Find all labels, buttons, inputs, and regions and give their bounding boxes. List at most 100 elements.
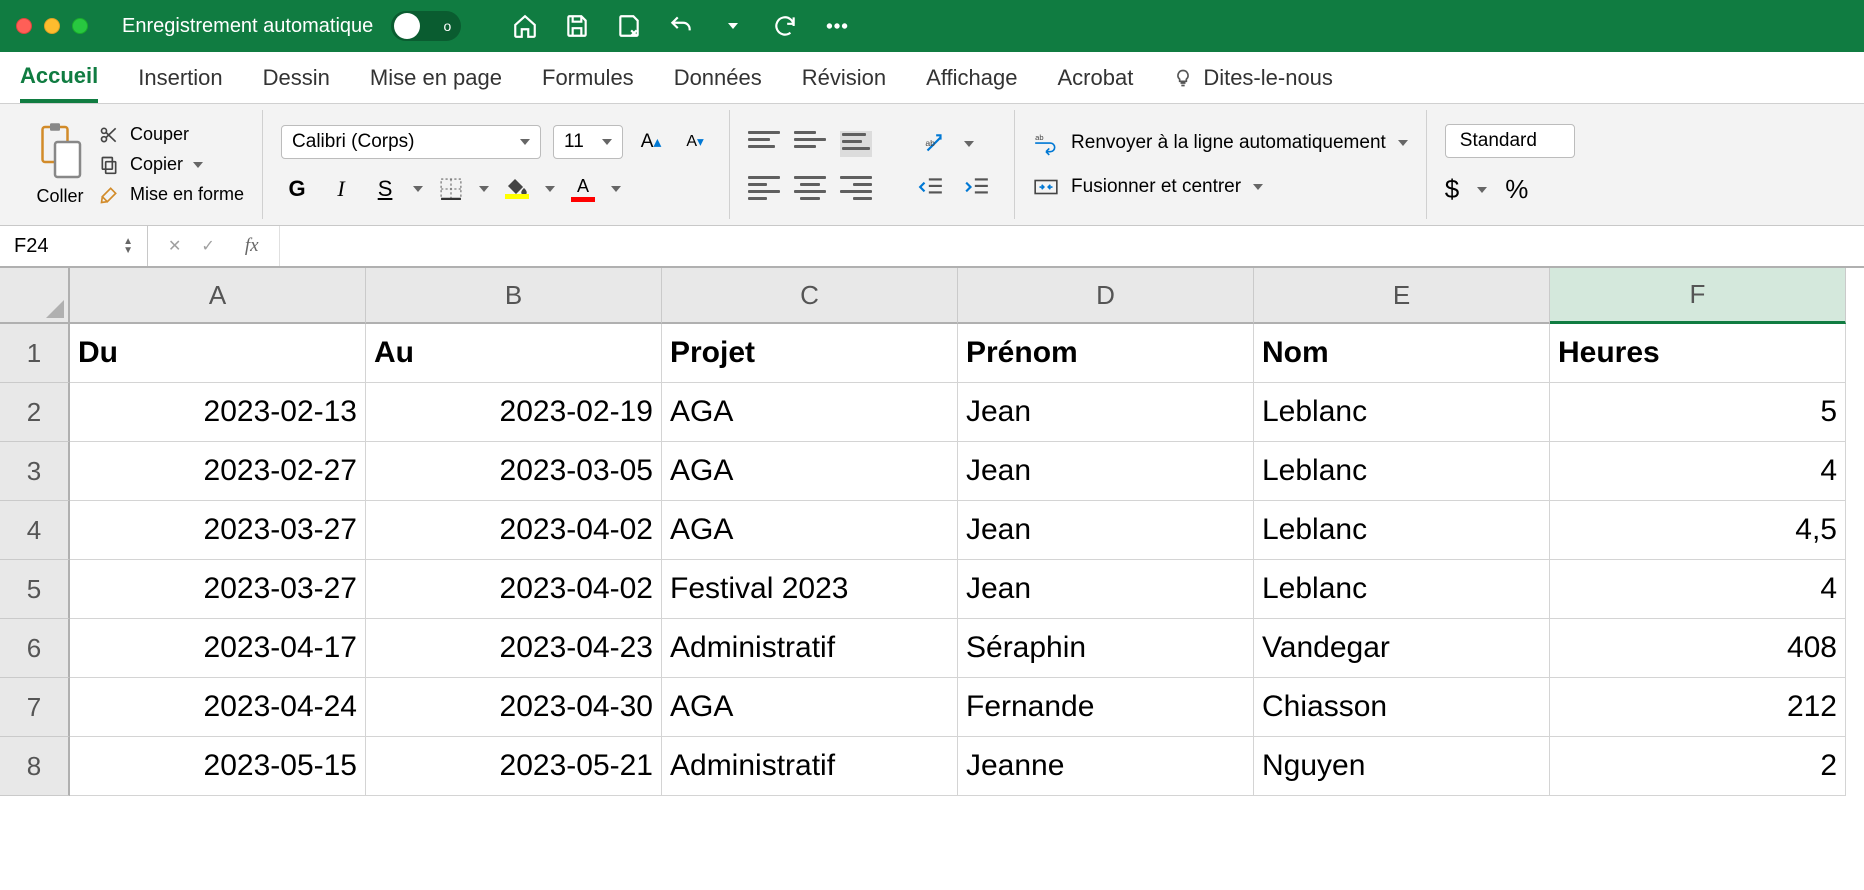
cell[interactable]: Du bbox=[70, 324, 366, 383]
cell[interactable]: Festival 2023 bbox=[662, 560, 958, 619]
cell[interactable]: AGA bbox=[662, 442, 958, 501]
tab-formules[interactable]: Formules bbox=[542, 55, 634, 101]
cell[interactable]: Au bbox=[366, 324, 662, 383]
undo-dropdown-icon[interactable] bbox=[719, 12, 747, 40]
save-icon[interactable] bbox=[563, 12, 591, 40]
row-header[interactable]: 2 bbox=[0, 383, 70, 442]
row-header[interactable]: 7 bbox=[0, 678, 70, 737]
fx-icon[interactable]: fx bbox=[245, 235, 259, 257]
tab-donnees[interactable]: Données bbox=[674, 55, 762, 101]
cell[interactable]: Heures bbox=[1550, 324, 1846, 383]
underline-dropdown-icon[interactable] bbox=[413, 186, 423, 192]
cell[interactable]: AGA bbox=[662, 678, 958, 737]
tab-dessin[interactable]: Dessin bbox=[263, 55, 330, 101]
tab-tellme[interactable]: Dites-le-nous bbox=[1173, 55, 1333, 101]
cell[interactable]: 5 bbox=[1550, 383, 1846, 442]
cell[interactable]: 2023-03-27 bbox=[70, 501, 366, 560]
cell[interactable]: 2023-02-27 bbox=[70, 442, 366, 501]
save-as-icon[interactable] bbox=[615, 12, 643, 40]
increase-indent-button[interactable] bbox=[964, 176, 996, 202]
cell[interactable]: 2023-05-21 bbox=[366, 737, 662, 796]
cell[interactable]: 408 bbox=[1550, 619, 1846, 678]
align-top-button[interactable] bbox=[748, 131, 780, 157]
copy-button[interactable]: Copier bbox=[98, 154, 244, 176]
minimize-window-button[interactable] bbox=[44, 18, 60, 34]
increase-font-button[interactable]: A▴ bbox=[635, 126, 667, 158]
orientation-button[interactable]: ab bbox=[918, 128, 950, 160]
cell[interactable]: 2023-02-19 bbox=[366, 383, 662, 442]
cell[interactable]: Vandegar bbox=[1254, 619, 1550, 678]
cell[interactable]: Nguyen bbox=[1254, 737, 1550, 796]
cell[interactable]: 212 bbox=[1550, 678, 1846, 737]
cell[interactable]: Séraphin bbox=[958, 619, 1254, 678]
column-header[interactable]: C bbox=[662, 268, 958, 324]
cell[interactable]: 2023-05-15 bbox=[70, 737, 366, 796]
row-header[interactable]: 8 bbox=[0, 737, 70, 796]
cell[interactable]: 2023-04-02 bbox=[366, 501, 662, 560]
cell[interactable]: 2023-04-17 bbox=[70, 619, 366, 678]
tab-acrobat[interactable]: Acrobat bbox=[1057, 55, 1133, 101]
cell[interactable]: AGA bbox=[662, 383, 958, 442]
more-icon[interactable] bbox=[823, 12, 851, 40]
cell[interactable]: 4,5 bbox=[1550, 501, 1846, 560]
cell[interactable]: 2023-03-05 bbox=[366, 442, 662, 501]
cell[interactable]: Jean bbox=[958, 560, 1254, 619]
cell[interactable]: Chiasson bbox=[1254, 678, 1550, 737]
select-all-corner[interactable] bbox=[0, 268, 70, 324]
cell[interactable]: 2023-04-02 bbox=[366, 560, 662, 619]
underline-button[interactable]: S bbox=[369, 173, 401, 205]
decrease-font-button[interactable]: A▾ bbox=[679, 126, 711, 158]
column-header[interactable]: B bbox=[366, 268, 662, 324]
tab-insertion[interactable]: Insertion bbox=[138, 55, 222, 101]
close-window-button[interactable] bbox=[16, 18, 32, 34]
merge-center-button[interactable]: Fusionner et centrer bbox=[1033, 174, 1408, 200]
redo-icon[interactable] bbox=[771, 12, 799, 40]
autosave-toggle[interactable]: o bbox=[391, 11, 461, 41]
align-right-button[interactable] bbox=[840, 176, 872, 202]
italic-button[interactable]: I bbox=[325, 173, 357, 205]
cell[interactable]: Leblanc bbox=[1254, 383, 1550, 442]
font-name-combo[interactable]: Calibri (Corps) bbox=[281, 125, 541, 159]
currency-dropdown-icon[interactable] bbox=[1477, 187, 1487, 193]
column-header[interactable]: A bbox=[70, 268, 366, 324]
cell[interactable]: Nom bbox=[1254, 324, 1550, 383]
column-header-selected[interactable]: F bbox=[1550, 268, 1846, 324]
row-header[interactable]: 1 bbox=[0, 324, 70, 383]
decrease-indent-button[interactable] bbox=[918, 176, 950, 202]
formula-input[interactable] bbox=[280, 226, 1864, 266]
bold-button[interactable]: G bbox=[281, 173, 313, 205]
cell[interactable]: 2023-04-30 bbox=[366, 678, 662, 737]
cell[interactable]: Leblanc bbox=[1254, 560, 1550, 619]
borders-dropdown-icon[interactable] bbox=[479, 186, 489, 192]
column-header[interactable]: E bbox=[1254, 268, 1550, 324]
borders-button[interactable] bbox=[435, 173, 467, 205]
row-header[interactable]: 5 bbox=[0, 560, 70, 619]
cancel-formula-icon[interactable]: ✕ bbox=[168, 236, 181, 256]
name-box-spinner[interactable]: ▲▼ bbox=[123, 237, 133, 255]
paste-button[interactable]: Coller bbox=[34, 122, 86, 207]
cell[interactable]: Projet bbox=[662, 324, 958, 383]
cell[interactable]: Fernande bbox=[958, 678, 1254, 737]
tab-affichage[interactable]: Affichage bbox=[926, 55, 1017, 101]
cell[interactable]: AGA bbox=[662, 501, 958, 560]
row-header[interactable]: 4 bbox=[0, 501, 70, 560]
currency-button[interactable]: $ bbox=[1445, 174, 1459, 205]
align-middle-button[interactable] bbox=[794, 131, 826, 157]
orientation-dropdown-icon[interactable] bbox=[964, 141, 974, 147]
font-color-button[interactable]: A bbox=[567, 173, 599, 205]
row-header[interactable]: 3 bbox=[0, 442, 70, 501]
column-header[interactable]: D bbox=[958, 268, 1254, 324]
cell[interactable]: 4 bbox=[1550, 442, 1846, 501]
tab-revision[interactable]: Révision bbox=[802, 55, 886, 101]
cell[interactable]: Administratif bbox=[662, 619, 958, 678]
maximize-window-button[interactable] bbox=[72, 18, 88, 34]
cell[interactable]: 2023-03-27 bbox=[70, 560, 366, 619]
fill-color-button[interactable] bbox=[501, 173, 533, 205]
align-left-button[interactable] bbox=[748, 176, 780, 202]
percent-button[interactable]: % bbox=[1505, 174, 1528, 205]
wrap-text-button[interactable]: ab Renvoyer à la ligne automatiquement bbox=[1033, 130, 1408, 156]
cell[interactable]: 2 bbox=[1550, 737, 1846, 796]
accept-formula-icon[interactable]: ✓ bbox=[201, 236, 214, 256]
home-icon[interactable] bbox=[511, 12, 539, 40]
cell[interactable]: Administratif bbox=[662, 737, 958, 796]
